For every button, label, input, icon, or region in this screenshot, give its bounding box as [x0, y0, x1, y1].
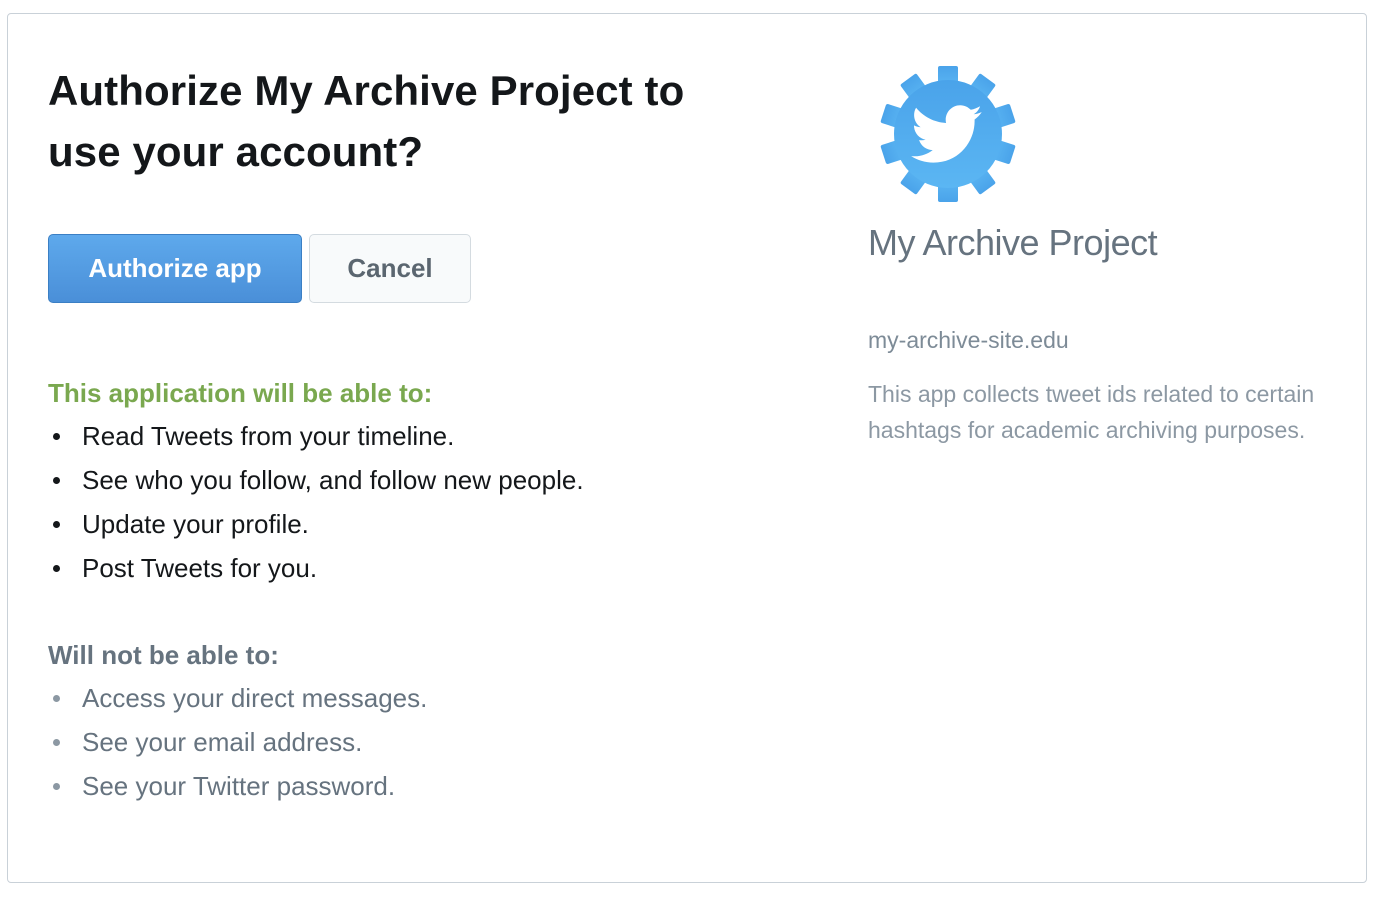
- authorization-panel: Authorize My Archive Project to use your…: [48, 60, 748, 801]
- list-item: See your email address.: [48, 720, 427, 764]
- permission-text: Read Tweets from your timeline.: [82, 421, 455, 451]
- app-description: This app collects tweet ids related to c…: [868, 381, 1315, 443]
- list-item: Update your profile.: [48, 502, 584, 546]
- cancel-button[interactable]: Cancel: [309, 234, 471, 303]
- bullet-icon: [53, 565, 60, 572]
- bullet-icon: [53, 783, 60, 790]
- permission-text: See who you follow, and follow new peopl…: [82, 465, 584, 495]
- page-title-line1: Authorize My Archive Project to: [48, 67, 685, 114]
- twitter-gear-icon: [880, 66, 1016, 202]
- list-item: See who you follow, and follow new peopl…: [48, 458, 584, 502]
- bullet-icon: [53, 433, 60, 440]
- cannot-permissions-heading: Will not be able to:: [48, 640, 279, 670]
- permission-text: Update your profile.: [82, 509, 309, 539]
- page-title-line2: use your account?: [48, 128, 424, 175]
- can-permissions-list: Read Tweets from your timeline. See who …: [48, 414, 584, 590]
- app-name: My Archive Project: [868, 222, 1158, 263]
- bullet-icon: [53, 739, 60, 746]
- permission-text: Post Tweets for you.: [82, 553, 318, 583]
- app-url: my-archive-site.edu: [868, 327, 1069, 353]
- bullet-icon: [53, 695, 60, 702]
- cannot-permissions-list: Access your direct messages. See your em…: [48, 676, 427, 808]
- oauth-authorize-card: Authorize My Archive Project to use your…: [7, 13, 1367, 883]
- permission-text: See your email address.: [82, 727, 363, 757]
- can-permissions-heading: This application will be able to:: [48, 378, 433, 408]
- list-item: See your Twitter password.: [48, 764, 427, 808]
- bullet-icon: [53, 477, 60, 484]
- permission-text: Access your direct messages.: [82, 683, 428, 713]
- authorize-app-button[interactable]: Authorize app: [48, 234, 302, 303]
- list-item: Access your direct messages.: [48, 676, 427, 720]
- list-item: Post Tweets for you.: [48, 546, 584, 590]
- permission-text: See your Twitter password.: [82, 771, 396, 801]
- page-title: Authorize My Archive Project to use your…: [48, 60, 748, 182]
- bullet-icon: [53, 521, 60, 528]
- list-item: Read Tweets from your timeline.: [48, 414, 584, 458]
- action-buttons: Authorize app Cancel: [48, 234, 471, 303]
